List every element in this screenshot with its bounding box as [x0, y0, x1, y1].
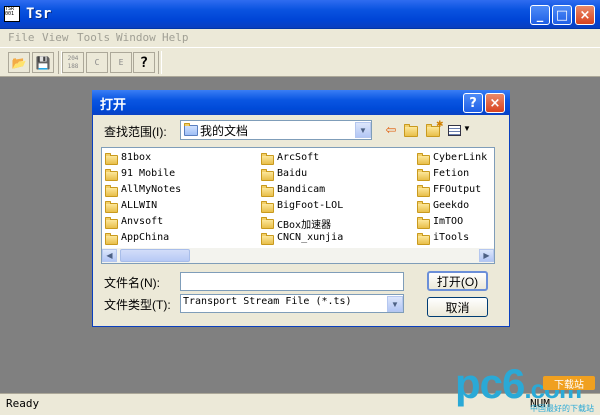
folder-icon	[261, 201, 274, 213]
folder-icon	[105, 233, 118, 245]
back-arrow-icon[interactable]: ⇦	[382, 122, 400, 138]
dialog-help-button[interactable]: ?	[463, 93, 483, 113]
folder-icon	[417, 217, 430, 229]
folder-icon	[261, 233, 274, 245]
scroll-left-icon[interactable]: ◀	[102, 249, 117, 262]
folder-icon	[261, 185, 274, 197]
close-button[interactable]: ×	[575, 5, 595, 25]
app-icon: TSR 001	[4, 6, 20, 22]
folder-item[interactable]: Fetion	[433, 168, 469, 179]
chevron-down-icon[interactable]: ▼	[355, 122, 371, 138]
c-icon[interactable]: C	[86, 52, 108, 73]
folder-icon	[417, 153, 430, 165]
menu-help[interactable]: Help	[162, 31, 189, 44]
folder-item[interactable]: AppChina	[121, 232, 169, 243]
folder-icon	[105, 185, 118, 197]
folder-icon	[105, 201, 118, 213]
scroll-thumb[interactable]	[120, 249, 190, 262]
folder-item[interactable]: iTools	[433, 232, 469, 243]
cancel-button[interactable]: 取消	[427, 297, 488, 317]
filename-label: 文件名(N):	[104, 276, 160, 290]
folder-item[interactable]: ImTOO	[433, 216, 463, 227]
my-documents-icon	[184, 123, 198, 136]
new-folder-icon[interactable]: ✱	[424, 119, 444, 138]
status-text: Ready	[6, 397, 40, 410]
up-folder-icon[interactable]	[402, 122, 420, 138]
folder-icon	[105, 153, 118, 165]
e-icon[interactable]: E	[110, 52, 132, 73]
folder-icon	[417, 169, 430, 181]
open-button[interactable]: 打开(O)	[427, 271, 488, 291]
chevron-down-icon[interactable]: ▼	[387, 296, 403, 312]
open-folder-icon[interactable]: 📂	[8, 52, 30, 73]
folder-item[interactable]: BigFoot-LOL	[277, 200, 343, 211]
menu-window[interactable]: Window	[116, 31, 156, 44]
convert-icon[interactable]: 204 188	[62, 52, 84, 73]
minimize-button[interactable]: _	[530, 5, 550, 25]
folder-icon	[417, 233, 430, 245]
watermark-slogan: 中国最好的下载站	[530, 404, 594, 413]
dialog-title: 打开	[100, 97, 127, 112]
filename-input[interactable]	[180, 272, 404, 291]
dialog-title-bar[interactable]	[92, 90, 510, 115]
toolbar-separator	[158, 51, 162, 74]
window-title: Tsr	[26, 6, 52, 22]
folder-item[interactable]: Geekdo	[433, 200, 469, 211]
main-title-bar[interactable]	[0, 0, 600, 29]
filetype-value: Transport Stream File (*.ts)	[183, 296, 352, 307]
lookin-value: 我的文档	[200, 124, 249, 138]
folder-icon	[417, 185, 430, 197]
lookin-label: 查找范围(I):	[104, 125, 167, 139]
folder-item[interactable]: ArcSoft	[277, 152, 319, 163]
view-menu-icon[interactable]: ▼	[448, 122, 471, 138]
folder-icon	[105, 169, 118, 181]
folder-item[interactable]: Bandicam	[277, 184, 325, 195]
watermark-badge: 下载站	[543, 376, 595, 391]
folder-item[interactable]: 91 Mobile	[121, 168, 175, 179]
folder-item[interactable]: CNCN_xunjia	[277, 232, 343, 243]
menu-view[interactable]: View	[42, 31, 69, 44]
dialog-close-button[interactable]: ×	[485, 93, 505, 113]
folder-item[interactable]: AllMyNotes	[121, 184, 181, 195]
folder-icon	[261, 217, 274, 229]
folder-icon	[261, 169, 274, 181]
save-disk-icon[interactable]: 💾	[32, 52, 54, 73]
help-icon[interactable]: ?	[133, 52, 155, 73]
folder-item[interactable]: Baidu	[277, 168, 307, 179]
folder-item[interactable]: ALLWIN	[121, 200, 157, 211]
maximize-button[interactable]: □	[552, 5, 572, 25]
menu-tools[interactable]: Tools	[77, 31, 110, 44]
folder-item[interactable]: CyberLink	[433, 152, 487, 163]
folder-item[interactable]: CBox加速器	[277, 216, 331, 231]
folder-item[interactable]: FFOutput	[433, 184, 481, 195]
menu-file[interactable]: File	[8, 31, 35, 44]
scroll-right-icon[interactable]: ▶	[479, 249, 494, 262]
folder-item[interactable]: Anvsoft	[121, 216, 163, 227]
folder-item[interactable]: 81box	[121, 152, 151, 163]
folder-icon	[417, 201, 430, 213]
folder-icon	[105, 217, 118, 229]
filetype-label: 文件类型(T):	[104, 298, 171, 312]
folder-icon	[261, 153, 274, 165]
